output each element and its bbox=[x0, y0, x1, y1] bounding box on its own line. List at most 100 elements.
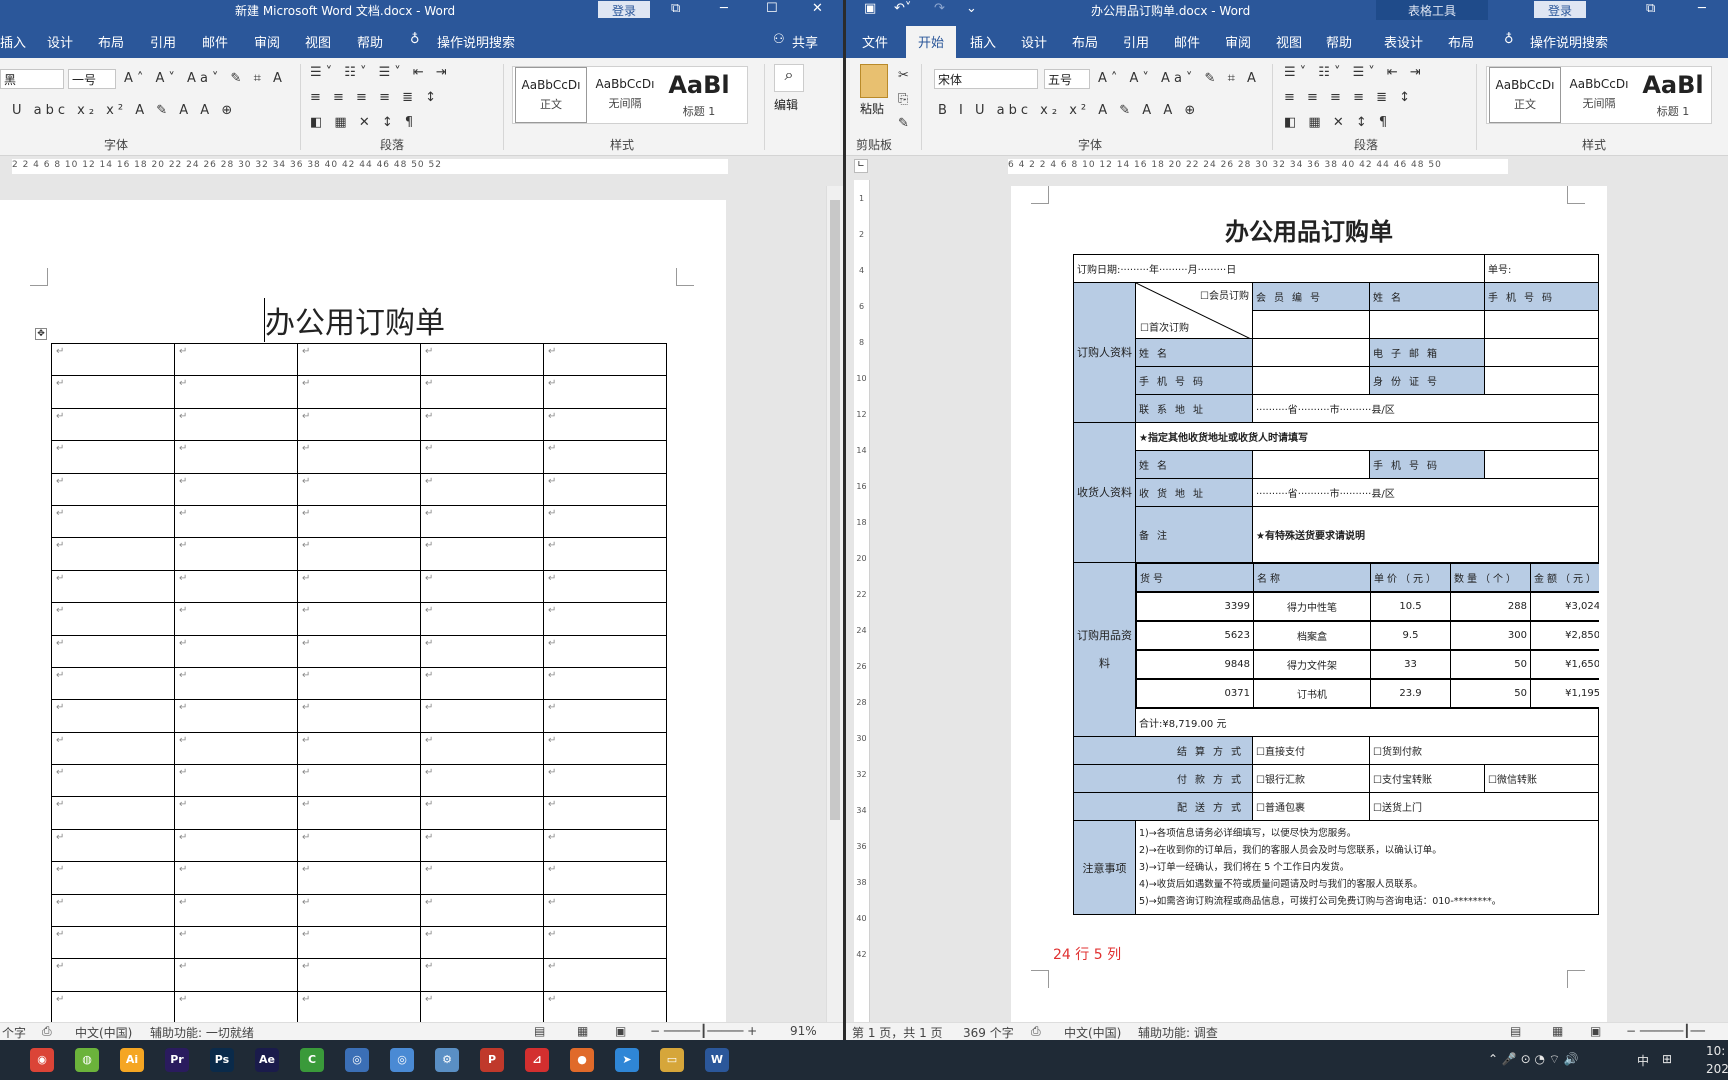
pay-alipay-checkbox[interactable]: ☐支付宝转账 bbox=[1368, 764, 1486, 793]
table-cell[interactable]: ↵ bbox=[297, 990, 421, 1025]
table-cell[interactable]: ↵ bbox=[297, 796, 421, 830]
table-cell[interactable]: ↵ bbox=[51, 699, 175, 733]
settle-direct-checkbox[interactable]: ☐直接支付 bbox=[1252, 736, 1370, 765]
empty-table[interactable]: ↵ ↵ ↵ ↵ ↵ ↵ ↵ ↵ ↵ ↵ ↵ ↵ ↵ ↵ ↵ ↵ ↵ ↵ ↵ ↵ ↵ ↵ ↵ ↵ ↵ ↵ ↵ ↵ ↵ ↵ ↵ ↵ ↵ ↵ ↵ ↵ ↵ ↵ ↵ ↵… bbox=[51, 342, 667, 1025]
language-status[interactable]: 中文(中国) bbox=[1064, 1024, 1121, 1040]
table-cell[interactable]: ↵ bbox=[174, 861, 298, 895]
table-cell[interactable]: ↵ bbox=[297, 893, 421, 928]
tell-me-search[interactable]: 操作说明搜索 bbox=[437, 32, 515, 51]
list-icons[interactable]: ☰˅ ☷˅ ☰˅ ⇤ ⇥ bbox=[310, 65, 451, 80]
form-title[interactable]: 办公用品订购单 bbox=[1011, 212, 1607, 247]
font-size-box[interactable]: 五号 bbox=[1044, 69, 1090, 89]
goods-cell[interactable]: ¥3,024.00 bbox=[1530, 592, 1599, 621]
table-cell[interactable]: ↵ bbox=[543, 731, 667, 766]
style-no-spacing[interactable]: AaBbCcDı 无间隔 bbox=[1563, 67, 1635, 123]
style-heading-1[interactable]: AaBl 标题 1 bbox=[1637, 67, 1709, 123]
buyer-mobile-field[interactable] bbox=[1252, 366, 1370, 395]
table-cell[interactable]: ↵ bbox=[174, 699, 298, 733]
proofing-icon[interactable]: ⎙ bbox=[1031, 1024, 1041, 1039]
table-cell[interactable]: ↵ bbox=[543, 666, 667, 701]
receiver-mobile-field[interactable] bbox=[1484, 450, 1600, 479]
align-icons[interactable]: ≡ ≡ ≡ ≡ ≣ ↕ bbox=[1284, 90, 1414, 105]
word-count[interactable]: 369 个字 bbox=[963, 1024, 1014, 1040]
goods-cell[interactable]: 订书机 bbox=[1253, 679, 1371, 708]
goods-cell[interactable]: 300 bbox=[1450, 621, 1531, 650]
table-cell[interactable]: ↵ bbox=[420, 342, 544, 377]
taskbar-app-p-icon[interactable]: P bbox=[480, 1048, 504, 1072]
tab-mailings[interactable]: 邮件 bbox=[1174, 32, 1200, 51]
goods-cell[interactable]: 9848 bbox=[1136, 650, 1254, 679]
table-move-handle[interactable]: ✥ bbox=[35, 328, 47, 340]
buyer-name-field[interactable] bbox=[1252, 338, 1370, 367]
table-cell[interactable]: ↵ bbox=[420, 699, 544, 733]
taskbar-app-folder-icon[interactable]: ▭ bbox=[660, 1048, 684, 1072]
font-name-box[interactable]: 黑 bbox=[0, 69, 64, 89]
clock-date[interactable]: 202 bbox=[1706, 1062, 1728, 1076]
goods-cell[interactable]: 33 bbox=[1370, 650, 1451, 679]
document-heading[interactable]: 办公用订购单 bbox=[264, 298, 445, 342]
page-count[interactable]: 第 1 页，共 1 页 bbox=[852, 1024, 943, 1040]
tab-selector[interactable]: ∟ bbox=[854, 159, 868, 173]
table-cell[interactable]: ↵ bbox=[543, 764, 667, 798]
table-cell[interactable]: ↵ bbox=[543, 504, 667, 539]
table-cell[interactable]: ↵ bbox=[174, 569, 298, 604]
taskbar-app-w-icon[interactable]: W bbox=[705, 1048, 729, 1072]
table-cell[interactable]: ↵ bbox=[420, 569, 544, 604]
table-cell[interactable]: ↵ bbox=[51, 537, 175, 571]
table-cell[interactable]: ↵ bbox=[420, 828, 544, 863]
table-cell[interactable]: ↵ bbox=[297, 634, 421, 668]
table-cell[interactable]: ↵ bbox=[51, 342, 175, 377]
member-type-cell[interactable]: ☐会员订购 ☐首次订购 bbox=[1135, 282, 1253, 339]
tab-mailings[interactable]: 邮件 bbox=[202, 32, 228, 51]
table-cell[interactable]: ↵ bbox=[51, 796, 175, 830]
vertical-scrollbar[interactable] bbox=[826, 186, 843, 1022]
taskbar-app-linux-icon[interactable]: ◍ bbox=[75, 1048, 99, 1072]
tab-help[interactable]: 帮助 bbox=[357, 32, 383, 51]
table-cell[interactable]: ↵ bbox=[543, 893, 667, 928]
id-no-field[interactable] bbox=[1484, 366, 1600, 395]
table-cell[interactable]: ↵ bbox=[543, 569, 667, 604]
find-icon[interactable]: ⌕ bbox=[774, 64, 804, 92]
share-icon[interactable]: ⚇ bbox=[773, 32, 785, 47]
web-layout-icon[interactable]: ▣ bbox=[1590, 1024, 1601, 1038]
table-cell[interactable]: ↵ bbox=[51, 893, 175, 928]
tab-review[interactable]: 审阅 bbox=[1225, 32, 1251, 51]
table-cell[interactable]: ↵ bbox=[51, 731, 175, 766]
table-cell[interactable]: ↵ bbox=[51, 602, 175, 636]
table-cell[interactable]: ↵ bbox=[174, 731, 298, 766]
table-cell[interactable]: ↵ bbox=[174, 926, 298, 960]
table-cell[interactable]: ↵ bbox=[420, 796, 544, 830]
table-cell[interactable]: ↵ bbox=[297, 666, 421, 701]
signin-button[interactable]: 登录 bbox=[1534, 1, 1587, 18]
email-field[interactable] bbox=[1484, 338, 1600, 367]
tab-references[interactable]: 引用 bbox=[150, 32, 176, 51]
remark-field[interactable]: ★有特殊送货要求请说明 bbox=[1251, 506, 1600, 563]
goods-cell[interactable]: ¥1,650.00 bbox=[1530, 650, 1599, 679]
table-cell[interactable]: ↵ bbox=[420, 666, 544, 701]
tray-icons[interactable]: ⌃ 🎤 ⊙ ◔ ⌔ 🔊 bbox=[1488, 1052, 1579, 1067]
style-normal[interactable]: AaBbCcDı 正文 bbox=[1489, 67, 1561, 123]
table-cell[interactable]: ↵ bbox=[543, 342, 667, 377]
table-cell[interactable]: ↵ bbox=[543, 634, 667, 668]
table-cell[interactable]: ↵ bbox=[297, 958, 421, 992]
table-cell[interactable]: ↵ bbox=[297, 407, 421, 442]
read-mode-icon[interactable]: ▤ bbox=[1510, 1024, 1521, 1038]
table-cell[interactable]: ↵ bbox=[51, 440, 175, 474]
tab-home[interactable]: 开始 bbox=[906, 26, 957, 58]
table-cell[interactable]: ↵ bbox=[51, 990, 175, 1025]
style-heading-1[interactable]: AaBl 标题 1 bbox=[663, 67, 735, 123]
order-date-cell[interactable]: 订购日期:·········年·········月·········日 bbox=[1072, 254, 1486, 283]
goods-cell[interactable]: ¥1,195.00 bbox=[1530, 679, 1599, 708]
zoom-slider[interactable]: − ─────┃───── + bbox=[650, 1024, 757, 1038]
taskbar-app-chrome-icon[interactable]: ◉ bbox=[30, 1048, 54, 1072]
customize-qat-icon[interactable]: ⌄ bbox=[966, 1, 977, 16]
undo-icon[interactable]: ↶˅ bbox=[894, 1, 911, 16]
table-cell[interactable]: ↵ bbox=[420, 634, 544, 668]
table-cell[interactable]: ↵ bbox=[297, 828, 421, 863]
table-cell[interactable]: ↵ bbox=[174, 990, 298, 1025]
table-cell[interactable]: ↵ bbox=[51, 375, 175, 409]
font-grow-shrink-icon[interactable]: A˄ A˅ Aa˅ ✎ ⌗ A bbox=[124, 71, 286, 86]
tab-design[interactable]: 设计 bbox=[1021, 32, 1047, 51]
table-cell[interactable]: ↵ bbox=[543, 699, 667, 733]
table-cell[interactable]: ↵ bbox=[51, 504, 175, 539]
